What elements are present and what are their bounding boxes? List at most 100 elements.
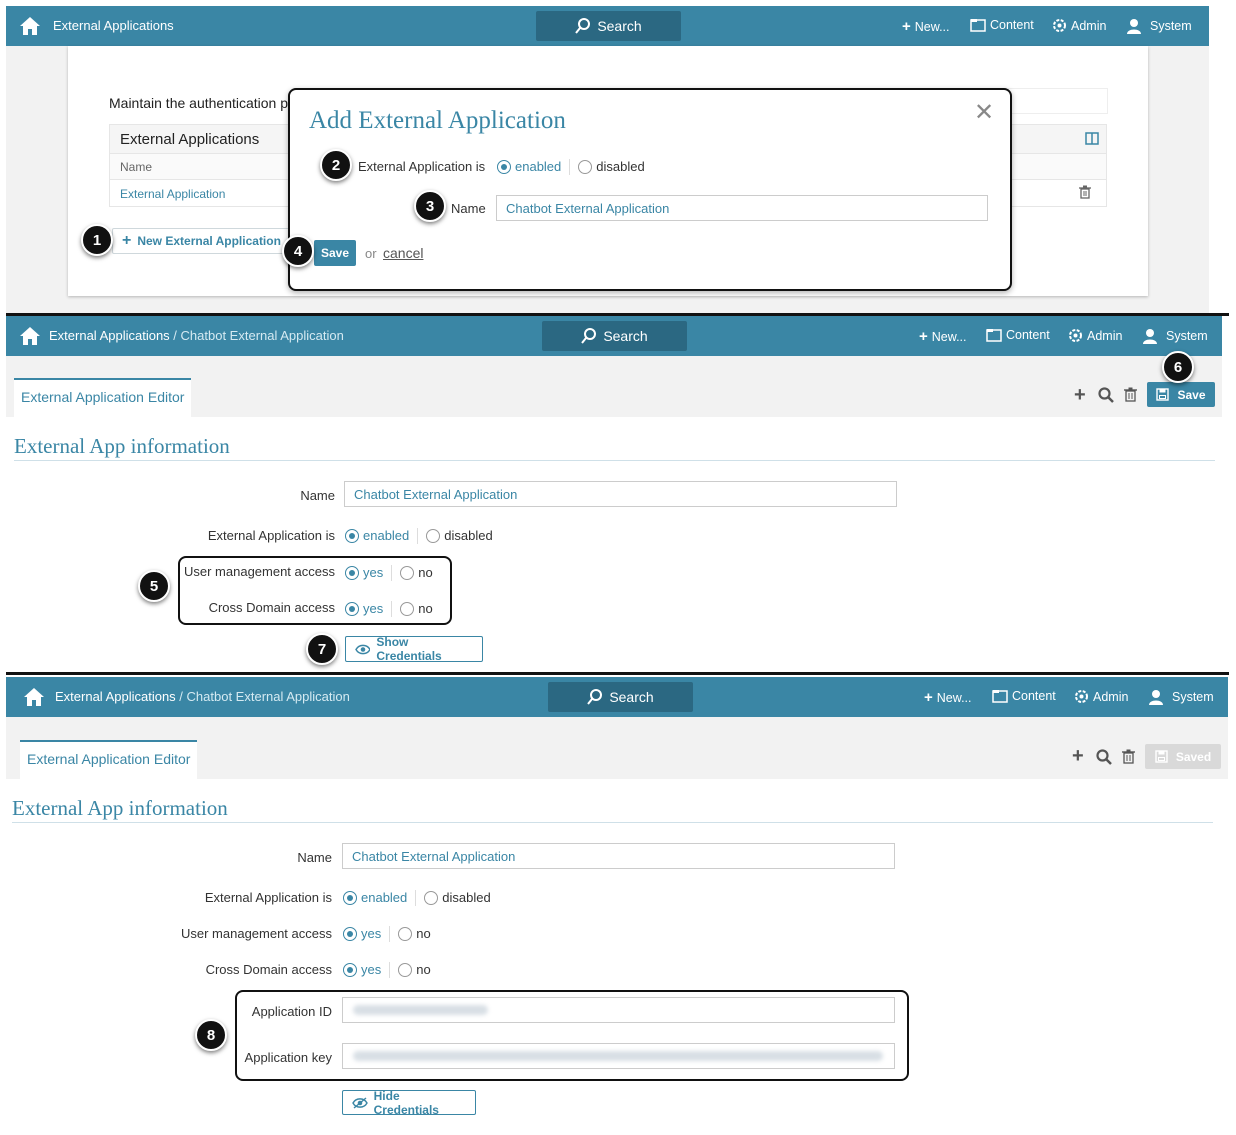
admin-menu[interactable]: Admin [1074,689,1128,704]
tab-external-app-editor[interactable]: External Application Editor [14,378,192,417]
disabled-radio[interactable] [578,159,593,174]
yes-radio[interactable] [343,926,357,941]
name-input[interactable]: Chatbot External Application [342,843,895,869]
plus-icon: + [122,232,132,249]
dialog-status-label: External Application is [358,159,486,174]
disabled-radio[interactable] [424,890,439,905]
admin-menu[interactable]: Admin [1052,18,1106,33]
content-label: Content [990,18,1034,32]
table-row-link[interactable]: External Application [120,187,225,201]
add-app-dialog: Add External Application ✕ External Appl… [288,88,1012,291]
step-badge-3: 3 [414,190,446,222]
enabled-radio[interactable] [497,159,511,174]
new-menu[interactable]: + New... [924,689,972,706]
hide-credentials-button[interactable]: Hide Credentials [342,1088,476,1117]
hide-credentials-label: Hide Credentials [373,1088,439,1117]
home-icon[interactable] [22,686,46,708]
enabled-radio[interactable] [345,528,359,543]
add-icon[interactable]: + [1074,384,1086,407]
content-label: Content [1006,328,1050,342]
eye-slash-icon [352,1096,368,1109]
content-menu[interactable]: Content [970,18,1034,32]
content-menu[interactable]: Content [992,689,1056,703]
no-radio[interactable] [398,926,413,941]
enabled-label: enabled [361,890,408,906]
trash-icon[interactable] [1122,749,1135,764]
trash-icon[interactable] [1079,185,1091,199]
columns-icon[interactable] [1085,132,1099,145]
home-icon[interactable] [18,15,42,37]
home-icon[interactable] [18,325,42,347]
top-nav-bar: External Applications / Chatbot External… [6,316,1222,356]
plus-icon: + [919,328,928,345]
save-button[interactable]: Save [1147,382,1215,407]
dialog-status-radios: enabled disabled [497,158,645,175]
system-label: System [1166,329,1208,343]
system-menu[interactable]: System [1148,689,1214,705]
tab-external-app-editor[interactable]: External Application Editor [20,740,198,779]
add-icon[interactable]: + [1072,745,1084,768]
top-nav-bar: External Applications Search + New... Con… [6,6,1209,46]
user-icon [1143,329,1157,344]
close-icon[interactable]: ✕ [974,98,994,127]
section-heading: External App information [12,796,228,820]
system-menu[interactable]: System [1142,328,1208,344]
disabled-radio[interactable] [426,528,441,543]
breadcrumb-root[interactable]: External Applications [55,689,176,704]
separator [417,527,419,544]
highlight-access-box [178,556,452,625]
step-badge-6: 6 [1162,351,1194,383]
floppy-icon [1156,388,1170,401]
step-badge-1: 1 [81,224,113,256]
enabled-label: enabled [515,159,562,175]
breadcrumb-separator: / [169,328,181,343]
disabled-label: disabled [596,159,645,175]
search-icon[interactable] [1098,387,1114,403]
step-badge-4: 4 [282,235,314,267]
gear-icon [1053,19,1066,32]
search-button[interactable]: Search [542,321,687,351]
nav-title[interactable]: External Applications [53,18,174,33]
new-menu[interactable]: + New... [902,18,950,35]
name-input[interactable]: Chatbot External Application [344,481,897,507]
show-credentials-button[interactable]: Show Credentials [345,635,483,663]
no-label: no [416,962,431,978]
search-label: Search [609,689,654,705]
dialog-name-input[interactable]: Chatbot External Application [496,195,988,221]
new-menu[interactable]: + New... [919,328,967,345]
or-text: or [365,246,377,261]
admin-menu[interactable]: Admin [1068,328,1122,343]
search-label: Search [603,328,648,344]
plus-icon: + [924,689,933,706]
breadcrumb-current: Chatbot External Application [186,689,350,704]
step-badge-8: 8 [195,1019,227,1051]
cancel-link[interactable]: cancel [383,245,423,261]
content-menu[interactable]: Content [986,328,1050,342]
status-label: External Application is [207,528,335,543]
eye-icon [355,644,371,654]
dialog-save-button[interactable]: Save [314,240,356,266]
step-badge-5: 5 [138,570,170,602]
highlight-credentials-box [235,990,909,1081]
breadcrumb-separator: / [175,689,187,704]
user-icon [1149,690,1163,705]
content-label: Content [1012,689,1056,703]
status-radios: enabled disabled [345,527,493,544]
no-radio[interactable] [398,962,413,977]
enabled-radio[interactable] [343,890,357,905]
yes-radio[interactable] [343,962,357,977]
breadcrumb-root[interactable]: External Applications [49,328,170,343]
separator [389,961,391,978]
search-icon[interactable] [1096,749,1112,765]
new-external-app-button[interactable]: + New External Application [112,228,291,254]
system-menu[interactable]: System [1126,18,1192,34]
gear-icon [1069,329,1082,342]
filter-input[interactable] [1008,88,1108,114]
search-button[interactable]: Search [536,11,681,41]
trash-icon[interactable] [1124,387,1137,402]
search-button[interactable]: Search [548,682,693,712]
show-credentials-label: Show Credentials [376,635,442,663]
search-icon [575,18,591,34]
saved-label: Saved [1175,749,1212,764]
plus-icon: + [902,18,911,35]
